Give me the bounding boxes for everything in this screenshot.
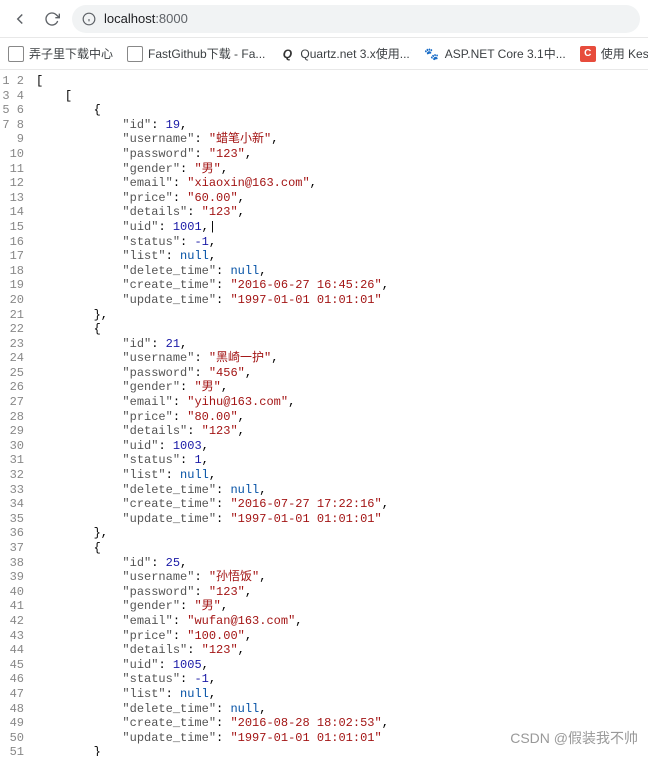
quartz-icon: Q (279, 46, 295, 62)
paw-icon: 🐾 (424, 46, 440, 62)
browser-toolbar: localhost:8000 (0, 0, 648, 38)
page-icon (127, 46, 143, 62)
address-bar[interactable]: localhost:8000 (72, 5, 640, 33)
bookmark-item[interactable]: C 使用 Kes (580, 45, 648, 62)
back-button[interactable] (8, 7, 32, 31)
json-content[interactable]: [ [ { "id": 19, "username": "蜡笔小新", "pas… (30, 70, 648, 756)
bookmark-item[interactable]: 🐾 ASP.NET Core 3.1中... (424, 45, 566, 62)
url-text: localhost:8000 (104, 11, 188, 26)
info-icon (82, 12, 96, 26)
bookmark-item[interactable]: 弄子里下载中心 (8, 45, 113, 62)
bookmark-label: 使用 Kes (601, 45, 648, 62)
line-number-gutter: 1 2 3 4 5 6 7 8 9 10 11 12 13 14 15 16 1… (0, 70, 30, 756)
bookmark-item[interactable]: Q Quartz.net 3.x使用... (279, 45, 409, 62)
bookmark-label: Quartz.net 3.x使用... (300, 45, 409, 62)
bookmarks-bar: 弄子里下载中心 FastGithub下载 - Fa... Q Quartz.net… (0, 38, 648, 70)
c-icon: C (580, 46, 596, 62)
page-icon (8, 46, 24, 62)
bookmark-label: FastGithub下载 - Fa... (148, 45, 265, 62)
bookmark-item[interactable]: FastGithub下载 - Fa... (127, 45, 265, 62)
bookmark-label: ASP.NET Core 3.1中... (445, 45, 566, 62)
json-viewer: 1 2 3 4 5 6 7 8 9 10 11 12 13 14 15 16 1… (0, 70, 648, 756)
watermark-text: CSDN @假装我不帅 (510, 728, 638, 748)
reload-button[interactable] (40, 7, 64, 31)
bookmark-label: 弄子里下载中心 (29, 45, 113, 62)
